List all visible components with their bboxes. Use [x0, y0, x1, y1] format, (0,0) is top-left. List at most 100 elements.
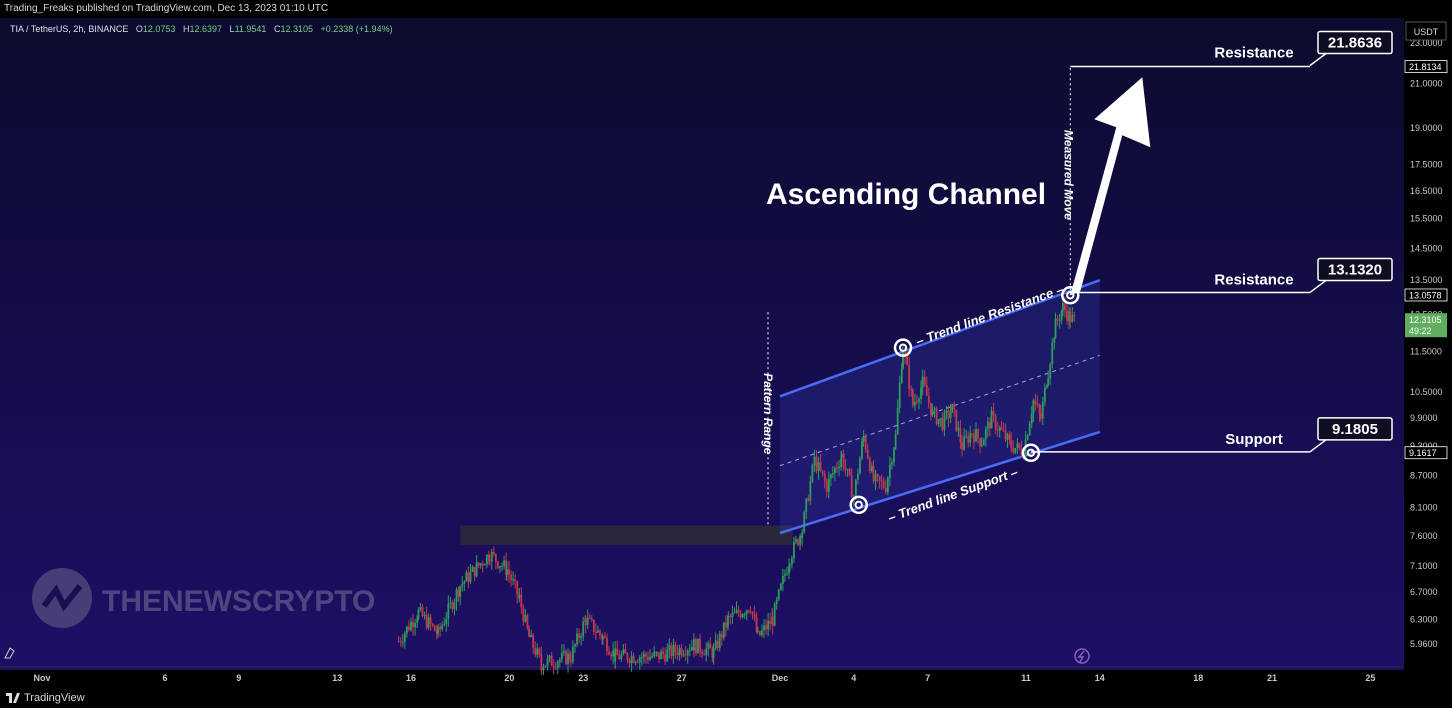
candle-body [534, 647, 537, 655]
symbol-legend: TIA / TetherUS, 2h, BINANCE O12.0753 H12… [10, 24, 393, 34]
candle-body [651, 656, 653, 658]
candle-body [1049, 364, 1052, 379]
candle-body [703, 653, 706, 656]
candle-body [840, 453, 843, 459]
candle-body [433, 625, 436, 631]
candle-body [910, 388, 913, 390]
candle-body [1069, 311, 1072, 322]
candle-body [838, 466, 840, 469]
candle-body [640, 656, 643, 658]
candle-body [902, 351, 904, 369]
candle-body [773, 604, 776, 626]
candle-body [1008, 434, 1011, 440]
candle-body [720, 633, 723, 638]
candle-body [475, 562, 478, 577]
candle-body [992, 410, 995, 416]
candle-body [771, 616, 774, 626]
candle-body [634, 661, 637, 663]
candle-body [595, 631, 597, 633]
candle-body [572, 646, 574, 662]
candle-body [727, 616, 730, 618]
y-tick-label: 8.1000 [1410, 503, 1438, 513]
candle-body [777, 589, 780, 600]
candle-body [662, 651, 665, 655]
candle-body [660, 651, 662, 659]
candle-body [618, 655, 621, 660]
candle-body [809, 481, 812, 501]
y-tick-label: 13.5000 [1410, 275, 1443, 285]
candle-body [982, 439, 985, 446]
candle-body [471, 566, 474, 572]
x-tick-label: 25 [1365, 673, 1375, 683]
x-tick-label: 11 [1021, 673, 1031, 683]
y-tick-label: 9.9000 [1410, 413, 1438, 423]
candle-body [1028, 423, 1031, 436]
candle-body [724, 622, 727, 628]
candle-body [624, 649, 627, 654]
candle-body [751, 611, 754, 615]
candle-body [520, 594, 523, 608]
candle-body [524, 614, 527, 622]
candle-body [544, 665, 547, 668]
candle-body [888, 464, 891, 478]
candle-body [626, 653, 629, 661]
candle-body [984, 428, 987, 440]
candle-body [467, 572, 470, 582]
candle-body [1066, 310, 1068, 321]
candle-body [945, 410, 948, 413]
candle-body [620, 654, 623, 660]
price-chart[interactable]: THENEWSCRYPTO Ascending Channel Measured … [0, 18, 1452, 688]
candle-body [658, 652, 660, 659]
candle-body [876, 474, 879, 477]
candle-body [538, 648, 541, 655]
candle-body [775, 599, 778, 605]
candle-body [722, 622, 725, 638]
price-tag-label: 9.1617 [1409, 448, 1437, 458]
candle-body [1026, 435, 1029, 440]
candle-body [451, 602, 454, 610]
candle-body [747, 610, 750, 612]
symbol-name[interactable]: TIA / TetherUS, 2h, BINANCE [10, 24, 128, 34]
candle-body [558, 659, 561, 663]
candle-body [939, 418, 942, 420]
candle-body [548, 655, 551, 659]
candle-body [854, 479, 857, 498]
candle-body [419, 607, 422, 610]
candle-body [801, 532, 804, 538]
candle-body [896, 407, 899, 435]
x-tick-label: 13 [332, 673, 342, 683]
candle-body [417, 609, 420, 620]
candle-body [765, 625, 767, 630]
candle-body [628, 660, 631, 664]
candle-body [963, 436, 965, 450]
candle-body [622, 649, 625, 655]
candle-body [961, 442, 963, 450]
candle-body [1030, 413, 1033, 424]
candle-body [935, 408, 938, 425]
candle-body [870, 466, 873, 472]
candle-body [1043, 387, 1046, 402]
tradingview-logo-icon [6, 693, 20, 703]
candle-body [668, 645, 671, 650]
candle-body [733, 612, 736, 614]
candle-body [674, 644, 677, 652]
candle-body [1051, 342, 1054, 365]
watermark-text: THENEWSCRYPTO [102, 585, 375, 618]
x-tick-label: 27 [677, 673, 687, 683]
candle-body [947, 410, 950, 419]
candle-body [811, 464, 814, 482]
candle-body [980, 445, 983, 447]
last-price-countdown: 49:22 [1409, 326, 1432, 336]
candle-body [429, 617, 432, 625]
candle-body [1004, 430, 1007, 440]
candle-body [842, 453, 845, 468]
x-tick-label: Dec [772, 673, 789, 683]
tradingview-brand[interactable]: TradingView [24, 688, 85, 708]
candle-body [406, 626, 408, 634]
candle-body [410, 622, 412, 631]
candle-body [821, 470, 824, 474]
chart-area[interactable]: THENEWSCRYPTO Ascending Channel Measured … [0, 18, 1452, 688]
candle-body [647, 656, 649, 661]
last-price-label: 12.3105 [1409, 315, 1442, 325]
candle-body [817, 462, 820, 472]
